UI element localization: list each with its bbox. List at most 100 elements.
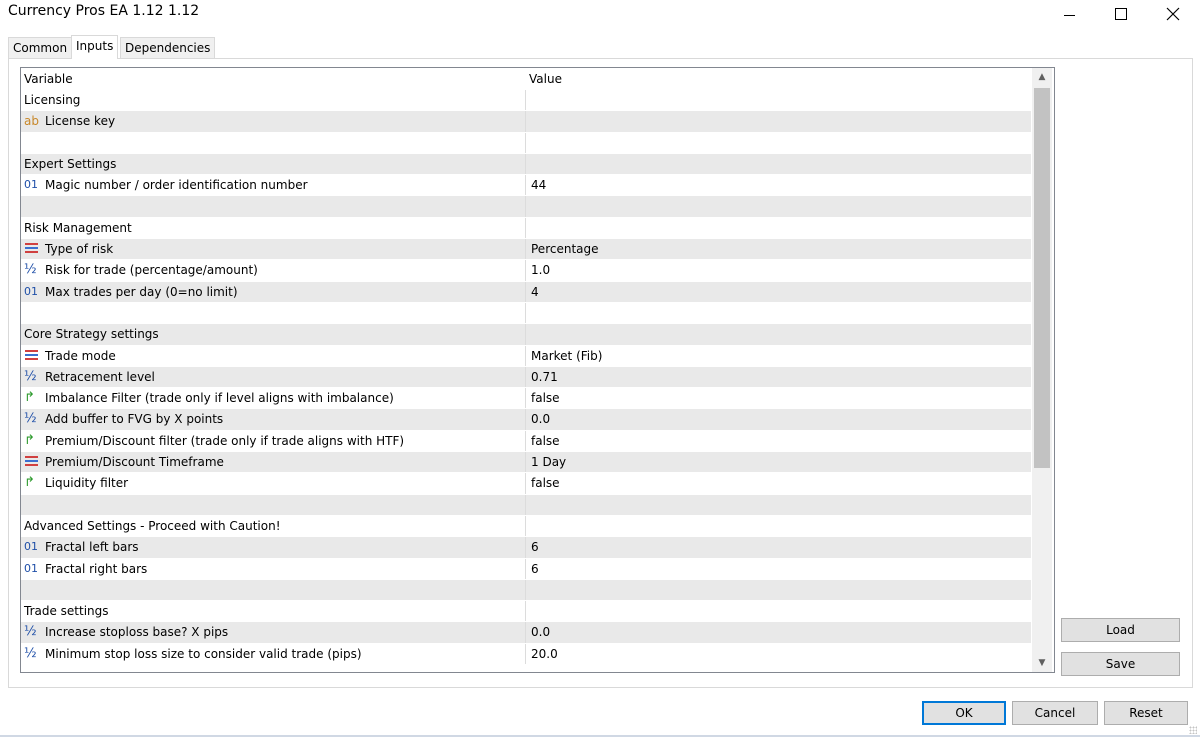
variable-cell: ½ Minimum stop loss size to consider vali…	[21, 644, 524, 664]
value-cell	[525, 579, 1032, 601]
value-cell[interactable]: false	[525, 473, 1032, 494]
value-text[interactable]: Market (Fib)	[531, 349, 602, 363]
close-icon	[1166, 7, 1180, 21]
reset-button[interactable]: Reset	[1104, 701, 1188, 725]
variable-label: License key	[45, 114, 116, 129]
variable-cell: 01 Fractal right bars	[21, 559, 524, 579]
value-text[interactable]: 6	[531, 562, 539, 576]
parameter-row[interactable]: ½ Increase stoploss base? X pips 0.0	[21, 622, 1032, 644]
value-cell[interactable]: 0.71	[525, 366, 1032, 388]
spacer-row	[21, 132, 1032, 154]
section-row: Advanced Settings - Proceed with Caution…	[21, 515, 1032, 538]
value-text[interactable]: false	[531, 391, 560, 405]
maximize-button[interactable]	[1098, 0, 1144, 28]
value-text[interactable]: 20.0	[531, 647, 558, 661]
variable-cell: Trade mode	[21, 346, 524, 366]
variable-cell: ↱ Premium/Discount filter (trade only if …	[21, 431, 524, 451]
value-cell[interactable]: false	[525, 430, 1032, 452]
value-text[interactable]: false	[531, 476, 560, 490]
value-cell	[525, 132, 1032, 153]
parameter-row[interactable]: ↱ Liquidity filter false	[21, 473, 1032, 495]
variable-cell: Expert Settings	[21, 154, 524, 174]
integer-type-icon: 01	[24, 540, 38, 554]
tab-dependencies[interactable]: Dependencies	[120, 37, 216, 58]
parameter-row[interactable]: Trade mode Market (Fib)	[21, 345, 1032, 367]
scroll-down-icon[interactable]: ▼	[1032, 654, 1052, 672]
value-cell[interactable]: false	[525, 388, 1032, 409]
variable-cell: ½ Add buffer to FVG by X points	[21, 409, 524, 429]
variable-cell: 01 Fractal left bars	[21, 537, 524, 557]
variable-label: Add buffer to FVG by X points	[45, 412, 224, 427]
variable-cell: 01 Magic number / order identification nu…	[21, 175, 524, 195]
value-cell[interactable]: 6	[525, 558, 1032, 579]
variable-cell: ab License key	[21, 111, 524, 131]
section-label: Trade settings	[24, 604, 109, 619]
value-text[interactable]: 44	[531, 178, 546, 192]
parameter-row[interactable]: 01 Magic number / order identification nu…	[21, 175, 1032, 197]
value-cell[interactable]: 6	[525, 537, 1032, 558]
column-header-variable[interactable]: Variable	[24, 72, 73, 86]
column-header-value[interactable]: Value	[529, 72, 562, 86]
value-cell[interactable]: 4	[525, 281, 1032, 302]
value-text[interactable]: 1.0	[531, 263, 550, 277]
value-cell	[525, 196, 1032, 217]
variable-cell: ↱ Liquidity filter	[21, 473, 524, 493]
value-cell	[525, 601, 1032, 622]
parameter-row[interactable]: ↱ Imbalance Filter (trade only if level a…	[21, 388, 1032, 410]
value-cell[interactable]	[525, 111, 1032, 132]
vertical-scrollbar[interactable]: ▲ ▼	[1032, 68, 1052, 672]
inputs-grid: Variable Value Licensing ab License key Exp…	[20, 67, 1055, 673]
value-text[interactable]: 6	[531, 540, 539, 554]
parameter-row[interactable]: ↱ Premium/Discount filter (trade only if …	[21, 430, 1032, 453]
load-button[interactable]: Load	[1061, 618, 1180, 642]
parameter-row[interactable]: ½ Risk for trade (percentage/amount) 1.0	[21, 260, 1032, 282]
spacer-row	[21, 302, 1031, 325]
close-button[interactable]	[1150, 0, 1196, 28]
value-text[interactable]: 0.71	[531, 370, 558, 384]
parameter-row[interactable]: ab License key	[21, 111, 1032, 133]
value-cell	[525, 515, 1032, 537]
parameter-row[interactable]: Premium/Discount Timeframe 1 Day	[21, 452, 1032, 474]
resize-grip-icon[interactable]	[1189, 726, 1197, 734]
section-label: Core Strategy settings	[24, 327, 159, 342]
value-cell[interactable]: 20.0	[525, 643, 1032, 665]
ok-button[interactable]: OK	[922, 701, 1006, 725]
value-cell[interactable]: 0.0	[525, 409, 1032, 430]
value-text[interactable]: 0.0	[531, 625, 550, 639]
tab-inputs[interactable]: Inputs	[71, 35, 119, 59]
variable-cell	[21, 133, 524, 153]
save-button[interactable]: Save	[1061, 652, 1180, 676]
parameter-row[interactable]: 01 Fractal left bars 6	[21, 537, 1032, 559]
grid-rows: Licensing ab License key Expert Settings 01 M…	[21, 90, 1032, 666]
value-cell[interactable]: 44	[525, 175, 1032, 196]
value-cell[interactable]: 1 Day	[525, 452, 1032, 473]
value-text[interactable]: 1 Day	[531, 455, 566, 469]
variable-label: Trade mode	[45, 348, 116, 363]
grid-header: Variable Value	[21, 68, 1031, 90]
parameter-row[interactable]: Type of risk Percentage	[21, 239, 1032, 261]
enum-list-icon	[25, 349, 38, 362]
minimize-button[interactable]	[1046, 0, 1092, 28]
value-cell[interactable]: 0.0	[525, 622, 1032, 643]
value-cell[interactable]: Percentage	[525, 239, 1032, 260]
tab-common[interactable]: Common	[8, 37, 73, 58]
parameter-row[interactable]: 01 Fractal right bars 6	[21, 558, 1032, 580]
value-cell[interactable]: Market (Fib)	[525, 345, 1032, 366]
integer-type-icon: 01	[24, 178, 38, 192]
boolean-type-icon: ↱	[24, 390, 35, 406]
value-text[interactable]: 4	[531, 285, 539, 299]
parameter-row[interactable]: ½ Add buffer to FVG by X points 0.0	[21, 409, 1032, 431]
value-cell[interactable]: 1.0	[525, 260, 1032, 281]
scroll-thumb[interactable]	[1034, 88, 1050, 468]
parameter-row[interactable]: 01 Max trades per day (0=no limit) 4	[21, 281, 1032, 303]
enum-list-icon	[25, 243, 38, 255]
value-text[interactable]: 0.0	[531, 412, 550, 426]
parameter-row[interactable]: ½ Retracement level 0.71	[21, 366, 1032, 389]
parameter-row[interactable]: ½ Minimum stop loss size to consider vali…	[21, 643, 1032, 666]
spacer-row	[21, 579, 1032, 602]
value-text[interactable]: Percentage	[531, 242, 599, 256]
cancel-button[interactable]: Cancel	[1012, 701, 1098, 725]
scroll-up-icon[interactable]: ▲	[1032, 68, 1052, 86]
value-text[interactable]: false	[531, 434, 560, 448]
integer-type-icon: 01	[24, 284, 38, 298]
